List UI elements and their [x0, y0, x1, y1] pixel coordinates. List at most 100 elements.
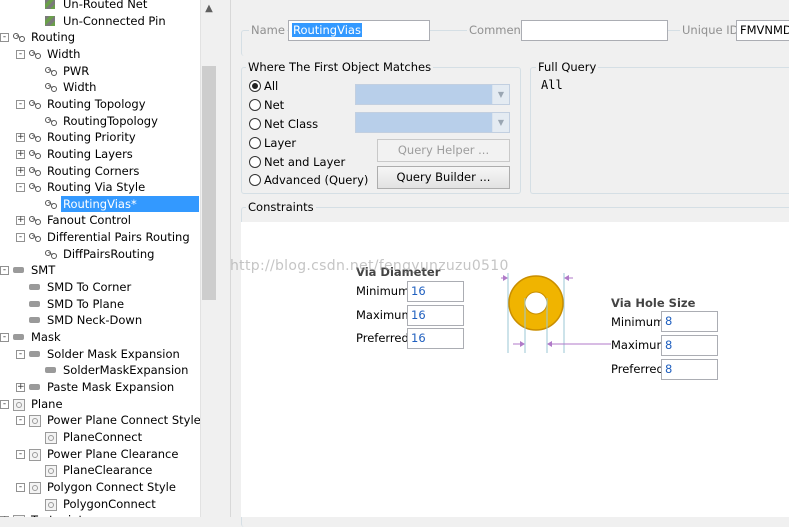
pad-icon	[28, 348, 42, 360]
tree-item-label: RoutingVias*	[61, 195, 199, 212]
via-diameter-preferred-input[interactable]: 16	[407, 328, 464, 349]
scroll-thumb[interactable]	[202, 66, 216, 300]
expand-icon[interactable]: +	[16, 133, 25, 143]
tree-item[interactable]: PlaneClearance	[44, 462, 154, 478]
collapse-icon[interactable]: -	[16, 99, 25, 109]
tree-item[interactable]: Un-Routed Net	[44, 0, 149, 12]
tree-item-label: Solder Mask Expansion	[47, 346, 180, 361]
full-query-text[interactable]: All	[541, 78, 563, 92]
tree-item[interactable]: SMD To Plane	[28, 296, 126, 312]
tree-item[interactable]: - Power Plane Clearance	[16, 446, 180, 462]
tree-item[interactable]: Width	[44, 79, 98, 95]
tree-item[interactable]: - Routing	[0, 29, 77, 45]
tree-item-label: Width	[63, 80, 97, 95]
tree-item-selected[interactable]: RoutingVias*	[44, 195, 199, 212]
radio-all-dot	[249, 80, 261, 92]
tree-item[interactable]: - Mask	[0, 329, 63, 345]
tree-item[interactable]: - Solder Mask Expansion	[16, 346, 182, 362]
radio-net-class[interactable]: Net Class	[249, 117, 318, 131]
net-icon	[44, 0, 58, 10]
rule-tree[interactable]: Un-Routed Net Un-Connected Pin - Routing - Wi…	[0, 0, 200, 517]
routing-icon	[44, 248, 58, 260]
name-input[interactable]: RoutingVias	[288, 20, 430, 41]
routing-icon	[44, 81, 58, 93]
routing-icon	[44, 115, 58, 127]
radio-net-and-layer[interactable]: Net and Layer	[249, 155, 345, 169]
tree-item[interactable]: + Routing Corners	[16, 163, 141, 179]
tree-item[interactable]: + Paste Mask Expansion	[16, 379, 176, 395]
collapse-icon[interactable]: -	[16, 233, 25, 243]
tree-item-label: Polygon Connect Style	[47, 479, 176, 494]
tree-item[interactable]: DiffPairsRouting	[44, 246, 156, 262]
radio-all-label: All	[264, 79, 279, 93]
collapse-icon[interactable]: -	[0, 399, 9, 409]
tree-item[interactable]: - Power Plane Connect Style	[16, 412, 200, 428]
collapse-icon[interactable]: -	[16, 482, 25, 492]
via-hole-maximum-input[interactable]: 8	[661, 335, 718, 356]
net-class-select[interactable]: ▼	[355, 112, 510, 133]
expand-icon[interactable]: +	[16, 166, 25, 176]
constraints-title: Constraints	[246, 200, 316, 214]
tree-item[interactable]: - Width	[16, 46, 82, 62]
tree-item-label: Routing Priority	[47, 130, 136, 145]
radio-advanced-query[interactable]: Advanced (Query)	[249, 173, 368, 187]
radio-net[interactable]: Net	[249, 98, 284, 112]
tree-item[interactable]: - Differential Pairs Routing	[16, 229, 192, 245]
via-diameter-minimum-input[interactable]: 16	[407, 281, 464, 302]
via-icon	[508, 275, 564, 331]
tree-item[interactable]: +Testpoint	[0, 512, 85, 517]
via-diameter-maximum-input[interactable]: 16	[407, 305, 464, 326]
tree-item[interactable]: - SMT	[0, 262, 57, 278]
tree-item[interactable]: + Fanout Control	[16, 212, 133, 228]
tree-item[interactable]: + Routing Layers	[16, 146, 135, 162]
tree-item-label: PlaneClearance	[63, 463, 153, 478]
tree-item[interactable]: - Polygon Connect Style	[16, 479, 178, 495]
collapse-icon[interactable]: -	[0, 33, 9, 43]
radio-net-and-layer-label: Net and Layer	[264, 155, 346, 169]
pad-icon	[28, 381, 42, 393]
tree-item[interactable]: SolderMaskExpansion	[44, 362, 190, 378]
collapse-icon[interactable]: -	[16, 49, 25, 59]
net-select[interactable]: ▼	[355, 84, 510, 105]
collapse-icon[interactable]: -	[16, 349, 25, 359]
unique-id-input[interactable]: FMVNMDI	[736, 20, 789, 41]
scroll-up-arrow-icon[interactable]: ▲	[201, 0, 217, 17]
panel-splitter[interactable]	[217, 0, 231, 517]
query-helper-button[interactable]: Query Helper ...	[377, 139, 510, 162]
tree-item[interactable]: - Plane	[0, 396, 65, 412]
collapse-icon[interactable]: -	[16, 449, 25, 459]
collapse-icon[interactable]: -	[0, 333, 9, 342]
tree-item[interactable]: - Routing Via Style	[16, 179, 147, 195]
tree-scrollbar[interactable]: ▲	[200, 0, 217, 517]
tree-item[interactable]: Un-Connected Pin	[44, 13, 168, 29]
plane-icon	[28, 448, 42, 461]
query-builder-button[interactable]: Query Builder ...	[377, 166, 510, 189]
tree-item[interactable]: RoutingTopology	[44, 113, 160, 129]
expand-icon[interactable]: +	[16, 149, 25, 159]
radio-layer[interactable]: Layer	[249, 136, 296, 150]
expand-icon[interactable]: +	[16, 382, 25, 392]
radio-all[interactable]: All	[249, 79, 278, 93]
radio-layer-dot	[249, 137, 261, 149]
tree-item[interactable]: + Routing Priority	[16, 129, 138, 145]
radio-net-dot	[249, 99, 261, 111]
via-hole-minimum-input[interactable]: 8	[661, 311, 718, 332]
comment-input[interactable]	[521, 20, 668, 41]
collapse-icon[interactable]: -	[16, 416, 25, 426]
plane-icon	[28, 414, 42, 428]
net-icon	[44, 15, 58, 27]
collapse-icon[interactable]: -	[0, 266, 9, 276]
via-hole-preferred-input[interactable]: 8	[661, 359, 718, 380]
routing-icon	[28, 48, 42, 60]
tree-item[interactable]: SMD Neck-Down	[28, 312, 144, 328]
tree-item-label: Plane	[31, 396, 63, 411]
via-diagram	[501, 273, 611, 353]
collapse-icon[interactable]: -	[16, 183, 25, 193]
tree-item[interactable]: PWR	[44, 63, 91, 79]
tree-item[interactable]: PolygonConnect	[44, 496, 158, 512]
tree-item[interactable]: - Routing Topology	[16, 96, 148, 112]
tree-item[interactable]: PlaneConnect	[44, 429, 144, 445]
expand-icon[interactable]: +	[16, 216, 25, 226]
routing-icon	[28, 181, 42, 193]
tree-item[interactable]: SMD To Corner	[28, 279, 133, 295]
